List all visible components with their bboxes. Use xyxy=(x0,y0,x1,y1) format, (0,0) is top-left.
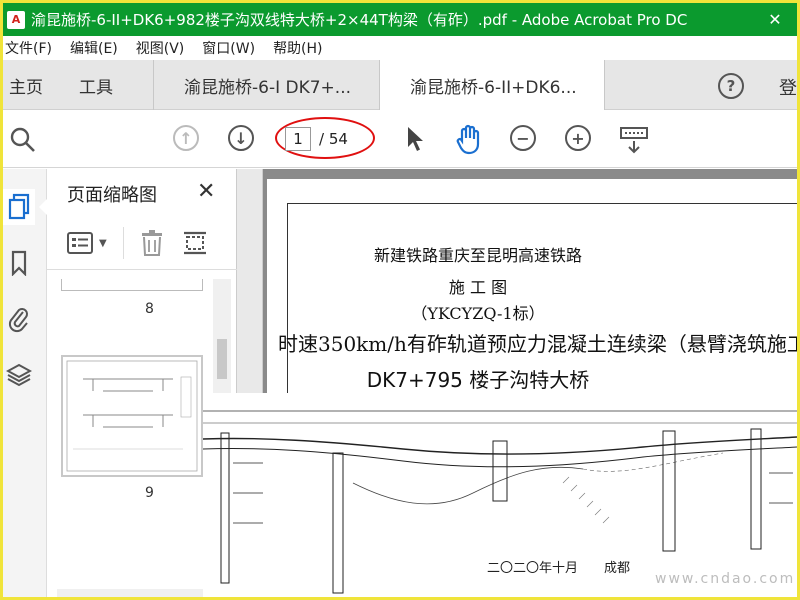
thumbnail-options-button[interactable]: ▼ xyxy=(67,231,113,255)
site-watermark: www.cndao.com xyxy=(655,571,796,587)
menu-edit[interactable]: 编辑(E) xyxy=(61,38,127,58)
delete-page-button[interactable] xyxy=(139,229,165,261)
tab-bar: 主页 工具 渝昆施桥-6-I DK7+... 渝昆施桥-6-II+DK6... … xyxy=(3,60,797,110)
arrow-down-icon: ↓ xyxy=(228,125,254,151)
thumbnail-label-9: 9 xyxy=(145,485,154,501)
bookmark-icon xyxy=(11,250,27,276)
tab-home-label: 主页 xyxy=(9,77,43,98)
rail-indicator xyxy=(39,199,47,215)
dropdown-caret-icon: ▼ xyxy=(99,237,107,249)
tab-tools[interactable]: 工具 xyxy=(79,60,113,110)
minus-icon: − xyxy=(510,125,536,151)
app-window: A 渝昆施桥-6-II+DK6+982楼子沟双线特大桥+2×44T构梁（有砟）.… xyxy=(3,3,797,597)
acrobat-icon: A xyxy=(7,10,25,29)
menu-bar: 文件(F) 编辑(E) 视图(V) 窗口(W) 帮助(H) xyxy=(3,36,797,60)
bookmarks-button[interactable] xyxy=(3,245,35,281)
window-title: 渝昆施桥-6-II+DK6+982楼子沟双线特大桥+2×44T构梁（有砟）.pd… xyxy=(31,11,688,29)
doc-line-section: （YKCYZQ-1标） xyxy=(411,304,545,323)
search-icon[interactable] xyxy=(7,124,39,156)
zoom-in-button[interactable]: + xyxy=(565,125,591,151)
tab-tools-label: 工具 xyxy=(79,77,113,98)
doc-line-date: 二〇二〇年十月 成都 xyxy=(487,557,631,576)
next-page-button[interactable]: ↓ xyxy=(228,125,254,151)
doc-line-project: 新建铁路重庆至昆明高速铁路 xyxy=(373,246,582,265)
trash-icon xyxy=(142,230,162,256)
tab-home[interactable]: 主页 xyxy=(9,60,43,110)
plus-icon: + xyxy=(565,125,591,151)
arrow-up-icon: ↑ xyxy=(173,125,199,151)
scroll-mode-button[interactable] xyxy=(618,124,650,156)
thumbnail-horizontal-scrollbar[interactable] xyxy=(57,589,207,597)
page-crop-icon xyxy=(184,231,206,255)
tab-document-1[interactable]: 渝昆施桥-6-I DK7+... xyxy=(153,60,379,110)
thumbnail-page-9[interactable] xyxy=(61,355,203,477)
rotate-page-button[interactable] xyxy=(181,229,209,261)
close-panel-icon[interactable]: ✕ xyxy=(197,179,215,204)
tab-document-2[interactable]: 渝昆施桥-6-II+DK6... xyxy=(379,60,605,110)
thumbnail-tools: ▼ xyxy=(61,227,231,259)
list-options-icon xyxy=(67,232,93,254)
menu-help[interactable]: 帮助(H) xyxy=(264,38,331,58)
attachments-button[interactable] xyxy=(3,301,35,337)
thumbnails-panel-title: 页面缩略图 xyxy=(67,185,157,206)
tab-document-1-label: 渝昆施桥-6-I DK7+... xyxy=(184,77,352,98)
help-icon[interactable]: ? xyxy=(718,73,744,99)
tool-separator xyxy=(123,227,124,259)
previous-page-button[interactable]: ↑ xyxy=(173,125,199,151)
navigation-rail xyxy=(3,169,47,597)
select-tool-button[interactable] xyxy=(403,124,427,154)
doc-line-bridge: DK7+795 楼子沟特大桥 xyxy=(366,368,590,392)
close-window-button[interactable]: ✕ xyxy=(753,3,797,36)
current-page-input[interactable]: 1 xyxy=(285,127,311,151)
page-thumbnails-button[interactable] xyxy=(3,189,35,225)
keyboard-scroll-icon xyxy=(620,127,648,154)
panel-divider xyxy=(47,269,237,270)
toolbar: ↑ ↓ 1 / 54 − + xyxy=(3,110,797,168)
menu-window[interactable]: 窗口(W) xyxy=(193,38,264,58)
layers-button[interactable] xyxy=(3,357,35,393)
doc-line-structure: 时速350km/h有砟轨道预应力混凝土连续梁（悬臂浇筑施工） xyxy=(278,332,797,356)
menu-file[interactable]: 文件(F) xyxy=(3,38,61,58)
thumbnail-label-8: 8 xyxy=(145,301,154,317)
title-bar: A 渝昆施桥-6-II+DK6+982楼子沟双线特大桥+2×44T构梁（有砟）.… xyxy=(3,3,797,36)
login-button[interactable]: 登 xyxy=(779,74,797,100)
paperclip-icon xyxy=(8,308,28,333)
menu-view[interactable]: 视图(V) xyxy=(127,38,194,58)
zoom-out-button[interactable]: − xyxy=(510,125,536,151)
doc-line-drawing: 施 工 图 xyxy=(448,278,508,297)
pages-icon xyxy=(8,193,30,220)
layers-icon xyxy=(6,363,32,387)
hand-icon xyxy=(456,124,480,155)
total-pages-label: / 54 xyxy=(319,130,348,148)
cursor-arrow-icon xyxy=(408,127,423,151)
thumbnail-drawing xyxy=(66,360,198,472)
page-navigator: 1 / 54 xyxy=(285,124,369,154)
tab-document-2-label: 渝昆施桥-6-II+DK6... xyxy=(410,77,577,98)
hand-tool-button[interactable] xyxy=(453,122,485,156)
thumbnail-page-8[interactable] xyxy=(61,279,203,291)
